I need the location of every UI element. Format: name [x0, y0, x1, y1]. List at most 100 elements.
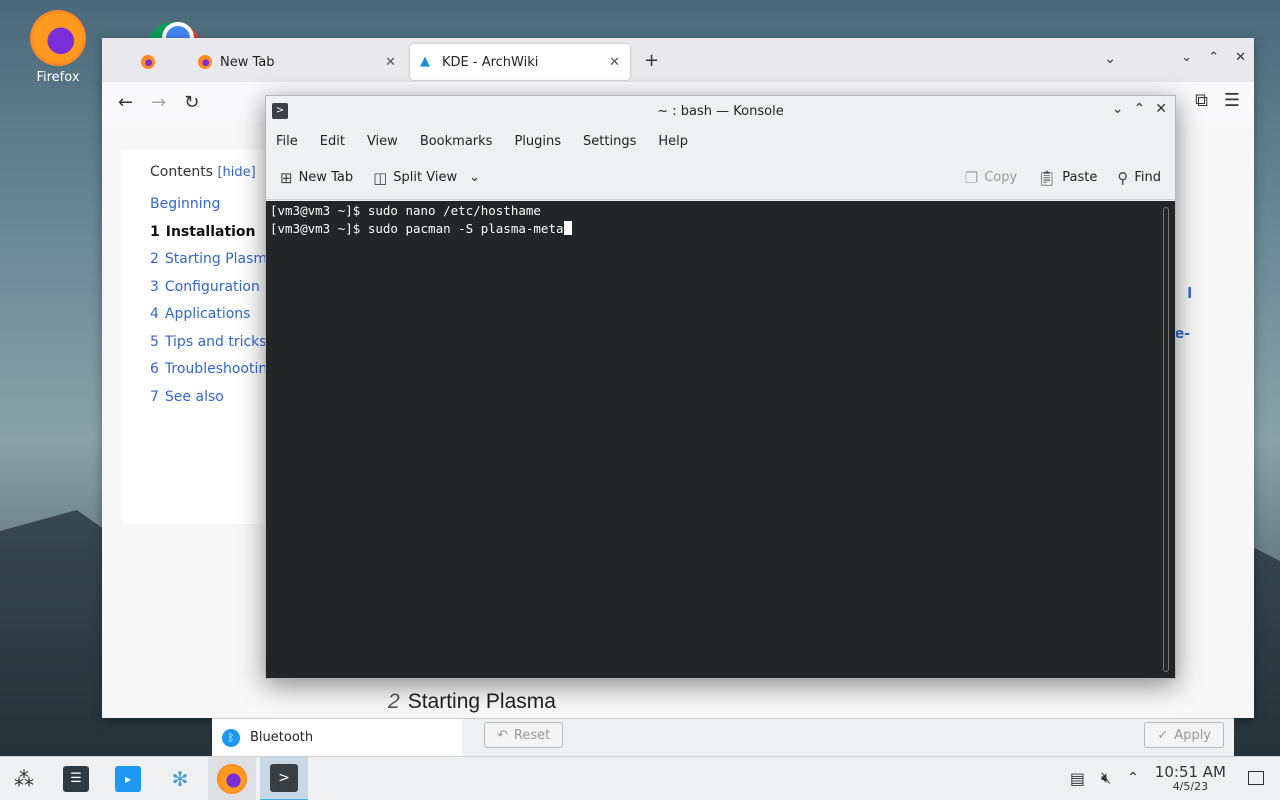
reset-label: Reset: [513, 727, 551, 743]
browser-tab-bar: New Tab ✕ ▲ KDE - ArchWiki ✕ + ⌄ ⌄ ⌃ ✕: [102, 38, 1254, 82]
system-settings-dialog: ᛒ Bluetooth ↶ Reset ✓ Apply: [212, 718, 1234, 756]
terminal-area[interactable]: [vm3@vm3 ~]$ sudo nano /etc/hosthame [vm…: [266, 201, 1175, 678]
volume-muted-icon[interactable]: 🔇︎: [1101, 768, 1111, 788]
firefox-favicon: [198, 55, 212, 69]
menu-view[interactable]: View: [367, 134, 398, 149]
taskbar-firefox[interactable]: [208, 756, 256, 800]
extensions-icon[interactable]: ⧉: [1195, 90, 1208, 111]
split-view-button[interactable]: ◫ Split View ⌄: [373, 169, 480, 187]
close-icon[interactable]: ✕: [1155, 101, 1167, 117]
window-controls: ⌄ ⌃ ✕: [1112, 101, 1167, 117]
taskbar-konsole[interactable]: >: [260, 756, 308, 800]
menu-help[interactable]: Help: [658, 134, 688, 149]
section-title: Starting Plasma: [407, 690, 556, 713]
toc-item-number: 3: [150, 278, 159, 295]
menu-bookmarks[interactable]: Bookmarks: [420, 134, 493, 149]
split-view-label: Split View: [393, 170, 458, 185]
konsole-icon: >: [270, 763, 298, 792]
toc-item-label: Troubleshooting: [164, 361, 277, 377]
system-settings-icon: ☰: [63, 765, 89, 792]
toc-item-label: Installation: [165, 223, 256, 240]
browser-tab-pinned[interactable]: [108, 44, 188, 80]
reload-icon[interactable]: ↻: [184, 92, 199, 113]
sidebar-item-label: Bluetooth: [250, 730, 314, 745]
tab-list-icon[interactable]: ⌄: [1104, 51, 1116, 67]
discover-icon: ▸: [115, 765, 141, 792]
browser-tab-archwiki[interactable]: ▲ KDE - ArchWiki ✕: [410, 44, 630, 80]
split-view-icon: ◫: [373, 168, 388, 187]
toc-title: Contents: [150, 164, 213, 180]
browser-window-controls: ⌄ ⌃ ✕: [1181, 50, 1246, 65]
toc-item-label: Configuration: [164, 278, 260, 295]
find-label: Find: [1134, 170, 1161, 185]
minimize-icon[interactable]: ⌄: [1112, 101, 1124, 117]
maximize-icon[interactable]: ⌃: [1208, 50, 1219, 65]
application-launcher-button[interactable]: ⁂: [0, 757, 48, 800]
find-button[interactable]: ⚲ Find: [1117, 169, 1161, 187]
digital-clock[interactable]: 10:51 AM 4/5/23: [1154, 762, 1226, 792]
toc-item-label: Starting Plasma: [164, 251, 276, 267]
toolbar-right-group: ❐ Copy 📋︎ Paste ⚲ Find: [965, 169, 1161, 187]
forward-icon[interactable]: →: [151, 92, 166, 113]
archlinux-favicon: ▲: [420, 54, 430, 69]
maximize-icon[interactable]: ⌃: [1134, 101, 1146, 117]
menu-settings[interactable]: Settings: [583, 134, 636, 149]
clipboard-icon[interactable]: ▤: [1070, 769, 1085, 788]
window-title: ~ : bash — Konsole: [657, 103, 784, 119]
show-desktop-icon[interactable]: [1248, 771, 1264, 786]
tab-label: New Tab: [220, 54, 275, 70]
toc-item-number: 7: [150, 388, 159, 405]
clock-time: 10:51 AM: [1154, 762, 1226, 781]
menu-plugins[interactable]: Plugins: [514, 134, 561, 149]
desktop-icon-label: Firefox: [36, 70, 80, 85]
toc-hide-link[interactable]: [hide]: [217, 165, 255, 180]
copy-button[interactable]: ❐ Copy: [965, 169, 1017, 187]
menu-file[interactable]: File: [276, 134, 298, 149]
close-icon[interactable]: ✕: [609, 55, 620, 70]
firefox-icon: [30, 10, 86, 66]
system-tray: ▤ 🔇︎ ⌃ 10:51 AM 4/5/23: [1070, 762, 1280, 792]
toc-item-number: 2: [150, 251, 159, 267]
new-tab-button[interactable]: +: [644, 50, 659, 71]
bluetooth-icon: ᛒ: [222, 728, 240, 747]
terminal-line: [vm3@vm3 ~]$ sudo nano /etc/hosthame: [270, 203, 541, 218]
apply-button[interactable]: ✓ Apply: [1144, 722, 1224, 748]
minimize-icon[interactable]: ⌄: [1181, 50, 1192, 65]
side-link-fragment[interactable]: e-: [1175, 326, 1190, 342]
back-icon[interactable]: ←: [118, 92, 133, 113]
chevron-down-icon[interactable]: ⌄: [469, 170, 480, 185]
side-link-fragment[interactable]: l: [1187, 286, 1192, 302]
application-launcher-icon: ⁂: [14, 766, 34, 791]
taskbar-system-settings[interactable]: ☰: [52, 757, 100, 800]
toc-item-label: Beginning: [150, 196, 221, 212]
taskbar-plasma[interactable]: ✻: [156, 757, 204, 800]
menu-icon[interactable]: ☰: [1224, 90, 1240, 111]
toc-item-label: Applications: [164, 306, 251, 322]
konsole-titlebar[interactable]: > ~ : bash — Konsole ⌄ ⌃ ✕: [266, 96, 1175, 126]
toc-item-number: 1: [150, 223, 160, 240]
scrollbar[interactable]: [1163, 207, 1169, 672]
plasma-icon: ✻: [171, 766, 189, 791]
sidebar-item-bluetooth[interactable]: ᛒ Bluetooth: [212, 719, 462, 756]
undo-icon: ↶: [497, 727, 508, 743]
konsole-toolbar: ⊞ New Tab ◫ Split View ⌄ ❐ Copy 📋︎ Paste…: [266, 156, 1175, 200]
browser-tab-new-tab[interactable]: New Tab ✕: [188, 44, 406, 80]
check-icon: ✓: [1157, 727, 1169, 743]
close-icon[interactable]: ✕: [1235, 50, 1246, 65]
toc-item-number: 4: [150, 306, 159, 322]
reset-button[interactable]: ↶ Reset: [484, 722, 564, 748]
close-icon[interactable]: ✕: [385, 55, 396, 70]
paste-button[interactable]: 📋︎ Paste: [1037, 169, 1097, 187]
taskbar-discover[interactable]: ▸: [104, 757, 152, 800]
konsole-app-icon[interactable]: >: [272, 103, 288, 119]
paste-label: Paste: [1062, 170, 1098, 185]
section-heading: 2 Starting Plasma: [388, 690, 556, 714]
new-tab-button[interactable]: ⊞ New Tab: [280, 169, 353, 187]
chevron-up-icon[interactable]: ⌃: [1127, 770, 1139, 786]
menu-edit[interactable]: Edit: [320, 134, 345, 149]
desktop-icon-firefox[interactable]: Firefox: [18, 10, 98, 85]
terminal-line-current: [vm3@vm3 ~]$ sudo pacman -S plasma-meta: [270, 220, 1171, 239]
text-cursor: [563, 220, 572, 235]
konsole-window: > ~ : bash — Konsole ⌄ ⌃ ✕ File Edit Vie…: [265, 95, 1176, 679]
firefox-icon: [217, 763, 247, 794]
